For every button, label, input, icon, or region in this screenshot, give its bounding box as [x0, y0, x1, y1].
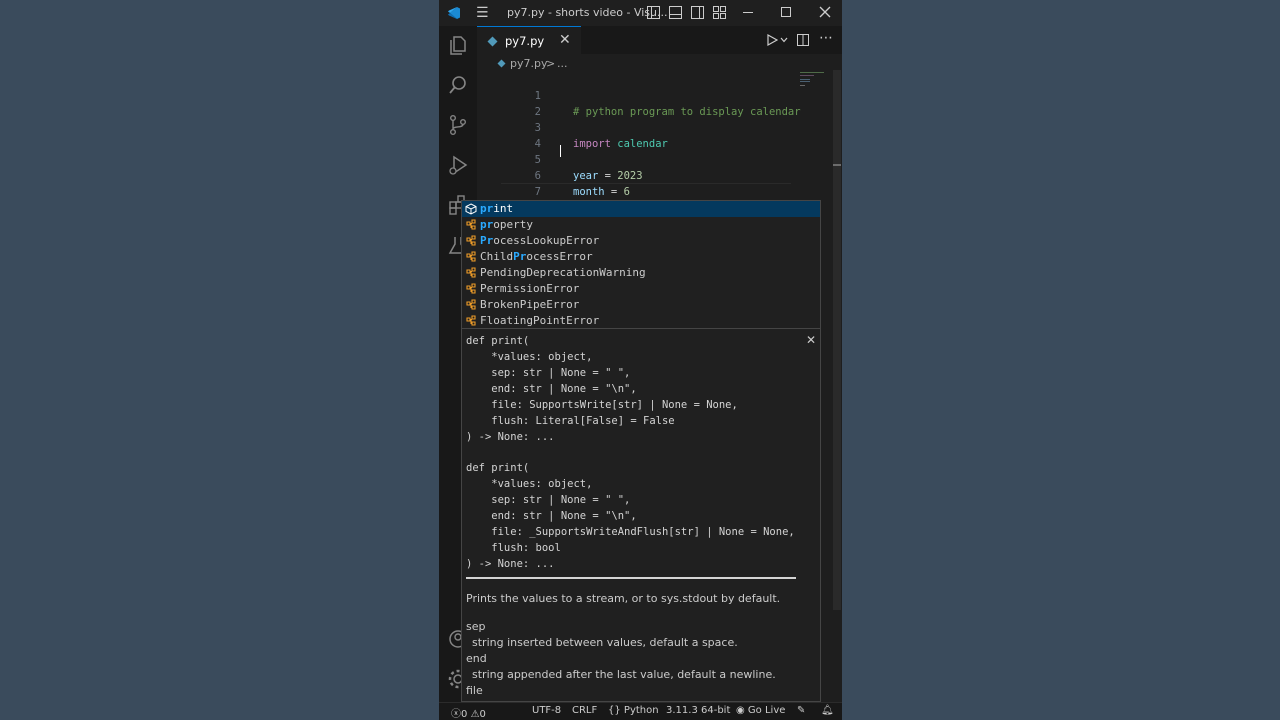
problems-indicator[interactable]: ⓧ0 ⚠0	[451, 705, 486, 720]
toggle-primary-sidebar-icon[interactable]	[647, 6, 660, 19]
signature-line: file: _SupportsWriteAndFlush[str] | None…	[466, 526, 795, 538]
signature-line: def print(	[466, 335, 530, 347]
class-icon	[466, 299, 476, 310]
doc-summary: Prints the values to a stream, or to sys…	[466, 592, 781, 605]
close-window-icon[interactable]	[819, 6, 831, 18]
editor-tabs: py7.py ✕ ⋯	[477, 26, 842, 54]
warning-icon: ⚠	[470, 709, 480, 720]
breadcrumb-rest[interactable]: ...	[557, 57, 568, 70]
window-title: py7.py - shorts video - Visu...	[507, 6, 668, 19]
signature-line: flush: bool	[466, 542, 561, 554]
signature-line: def print(	[466, 462, 530, 474]
title-bar: ☰ py7.py - shorts video - Visu...	[439, 0, 842, 26]
class-icon	[466, 219, 476, 230]
code-line: 5 year = 2023	[534, 154, 643, 182]
signature-line: sep: str | None = " ",	[466, 494, 631, 506]
signature-line: flush: Literal[False] = False	[466, 415, 675, 427]
tab-py7[interactable]: py7.py ✕	[477, 26, 581, 54]
suggestion-item[interactable]: FloatingPointError	[462, 313, 820, 329]
code-line: 1 # python program to display calendar	[534, 90, 801, 118]
code-line: 2	[534, 106, 541, 118]
vscode-window: ☰ py7.py - shorts video - Visu... py7.py…	[439, 0, 842, 720]
split-editor-icon[interactable]	[797, 34, 809, 46]
suggest-widget: print property ProcessLookupError ChildP…	[461, 200, 821, 329]
breadcrumb-separator: >	[546, 57, 556, 70]
code-line: 3 import calendar	[534, 122, 668, 150]
code-line: 4	[534, 138, 541, 150]
param-name: file	[466, 684, 483, 697]
tab-close-icon[interactable]: ✕	[559, 32, 571, 48]
breadcrumb-file[interactable]: py7.py	[510, 57, 547, 70]
status-bar: ⓧ0 ⚠0 UTF-8 CRLF {} Python 3.11.3 64-bit…	[439, 702, 842, 720]
vertical-scrollbar[interactable]	[833, 70, 841, 610]
details-separator	[466, 577, 796, 579]
param-name: end	[466, 652, 487, 665]
error-icon: ⓧ	[451, 709, 461, 720]
class-icon	[466, 235, 476, 246]
close-details-icon[interactable]: ✕	[806, 333, 816, 347]
suggestion-item[interactable]: PendingDeprecationWarning	[462, 265, 820, 281]
notifications-bell-icon[interactable]: 🔔︎	[821, 705, 834, 716]
class-icon	[466, 251, 476, 262]
param-desc: string inserted between values, default …	[472, 636, 738, 649]
signature-line: end: str | None = "\n",	[466, 510, 637, 522]
vscode-logo-icon	[448, 7, 460, 19]
explorer-icon[interactable]	[447, 34, 469, 56]
source-control-icon[interactable]	[447, 114, 469, 136]
mouse-ibeam-cursor	[560, 145, 561, 157]
braces-icon: {}	[608, 705, 621, 716]
run-and-debug-icon[interactable]	[447, 154, 469, 176]
toggle-panel-icon[interactable]	[669, 6, 682, 19]
go-live-button[interactable]: ◉ Go Live	[736, 705, 785, 716]
python-file-icon	[497, 59, 506, 68]
code-line-active: 8 pri	[477, 184, 593, 231]
language-mode-status[interactable]: {} Python	[608, 705, 659, 716]
signature-line: end: str | None = "\n",	[466, 383, 637, 395]
suggestion-item[interactable]: ChildProcessError	[462, 249, 820, 265]
toggle-secondary-sidebar-icon[interactable]	[691, 6, 704, 19]
code-line: 6 month = 6	[534, 170, 630, 198]
suggestion-item[interactable]: ProcessLookupError	[462, 233, 820, 249]
broadcast-icon: ◉	[736, 705, 745, 716]
signature-line: *values: object,	[466, 351, 593, 363]
tab-label: py7.py	[505, 34, 545, 48]
signature-line: *values: object,	[466, 478, 593, 490]
customize-layout-icon[interactable]	[713, 6, 726, 19]
class-icon	[466, 315, 476, 326]
maximize-icon[interactable]	[780, 6, 792, 18]
suggest-details: ✕ def print( *values: object, sep: str |…	[461, 329, 821, 702]
suggestion-item[interactable]: BrokenPipeError	[462, 297, 820, 313]
interpreter-status[interactable]: 3.11.3 64-bit	[666, 705, 730, 716]
signature-line: ) -> None: ...	[466, 558, 555, 570]
class-icon	[466, 283, 476, 294]
signature-line: ) -> None: ...	[466, 431, 555, 443]
cube-icon	[465, 203, 477, 215]
encoding-status[interactable]: UTF-8	[532, 705, 561, 716]
signature-line: sep: str | None = " ",	[466, 367, 631, 379]
minimize-icon[interactable]	[742, 6, 754, 18]
param-desc: string appended after the last value, de…	[472, 668, 776, 681]
signature-line: file: SupportsWrite[str] | None = None,	[466, 399, 738, 411]
run-python-file-icon[interactable]	[766, 34, 778, 46]
run-dropdown-chevron-icon[interactable]	[780, 36, 788, 44]
class-icon	[466, 267, 476, 278]
code-line: 7	[534, 186, 541, 198]
feedback-icon[interactable]: ✎	[797, 705, 805, 716]
search-icon[interactable]	[447, 74, 469, 96]
more-actions-icon[interactable]: ⋯	[819, 30, 833, 46]
suggestion-item[interactable]: property	[462, 217, 820, 233]
eol-status[interactable]: CRLF	[572, 705, 597, 716]
suggestion-item[interactable]: PermissionError	[462, 281, 820, 297]
param-name: sep	[466, 620, 486, 633]
menu-icon[interactable]: ☰	[476, 4, 489, 22]
code-editor[interactable]: 1 # python program to display calendar 2…	[477, 72, 817, 231]
suggestion-item[interactable]: print	[462, 201, 820, 217]
python-file-icon	[487, 36, 498, 47]
